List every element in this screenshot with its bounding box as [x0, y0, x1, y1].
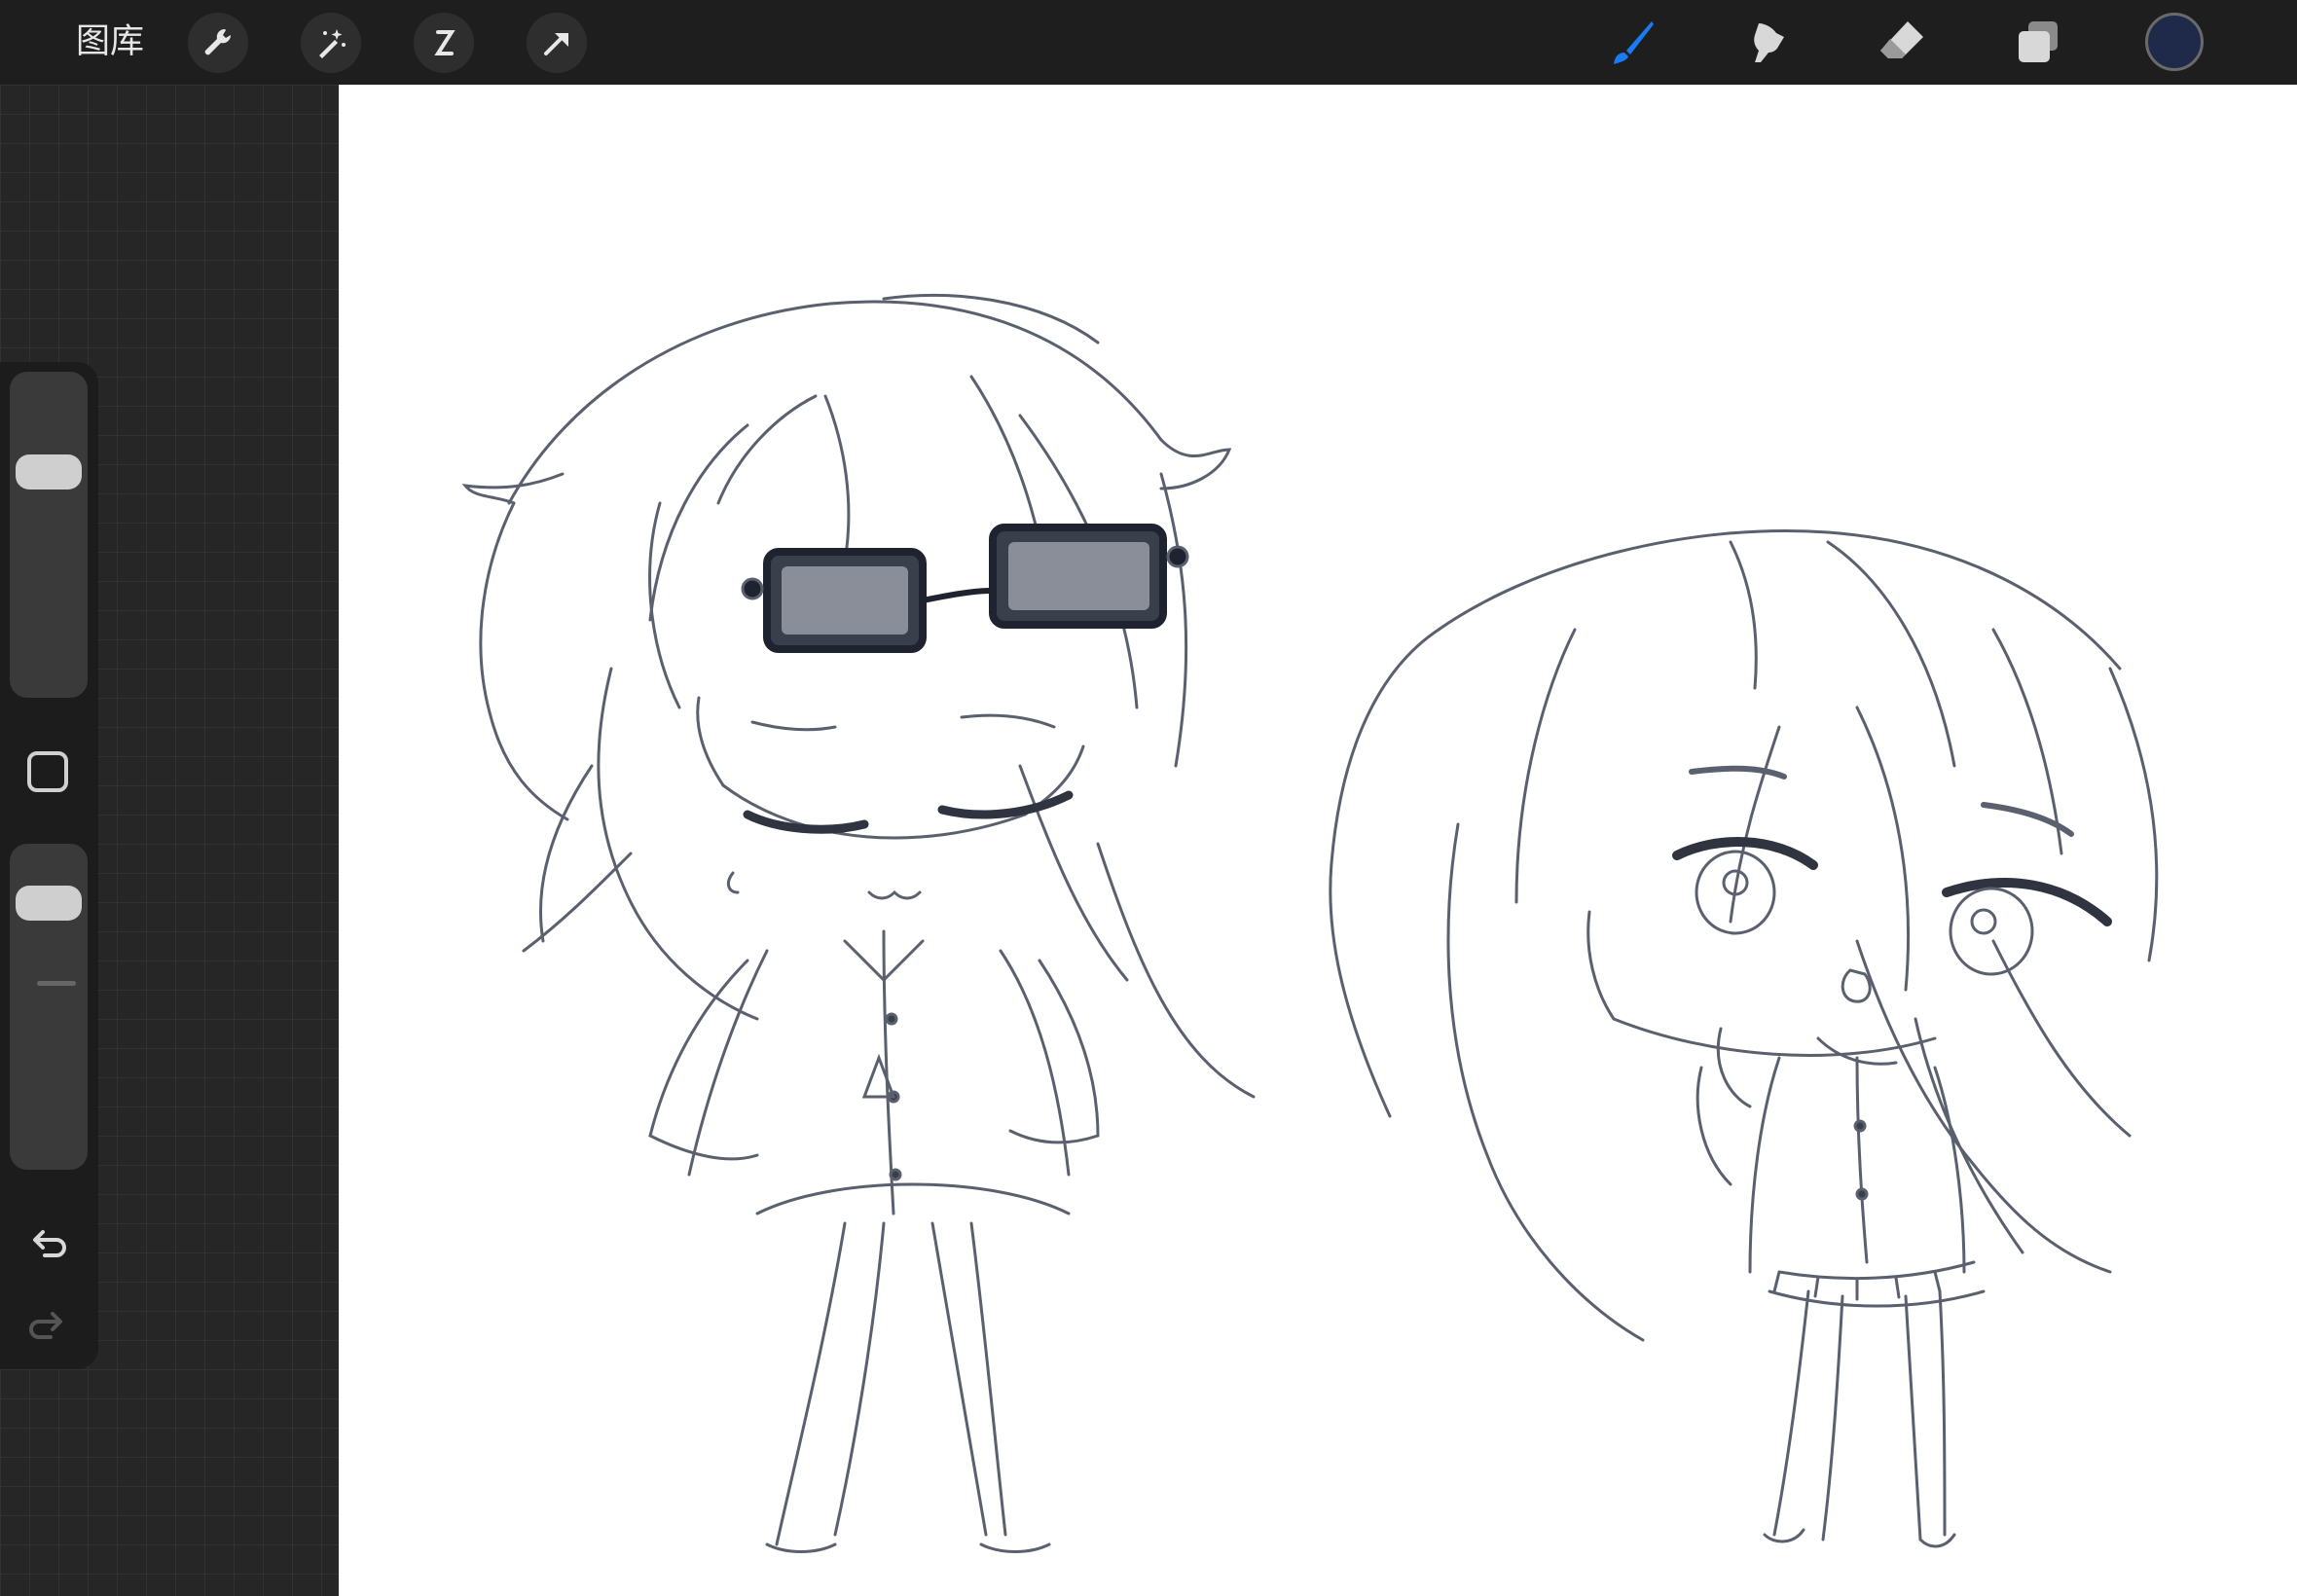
- transform-arrow-icon: [544, 33, 568, 55]
- transform-button[interactable]: [527, 13, 587, 73]
- selection-icon: [434, 30, 456, 55]
- color-picker-button[interactable]: [2145, 13, 2204, 71]
- modify-button[interactable]: [27, 751, 68, 792]
- brush-size-thumb[interactable]: [16, 454, 82, 490]
- brush-tool[interactable]: [1601, 12, 1663, 74]
- sketch-girl-character: [1329, 528, 2159, 1548]
- undo-icon[interactable]: [23, 1215, 72, 1263]
- drawing-canvas[interactable]: [339, 85, 2297, 1596]
- brush-icon: [1614, 21, 1654, 64]
- wrench-icon: [204, 28, 232, 55]
- adjustments-button[interactable]: [301, 13, 361, 73]
- redo-icon[interactable]: [23, 1296, 72, 1345]
- brush-size-slider[interactable]: [10, 372, 88, 698]
- layers-icon: [2019, 21, 2058, 62]
- selection-button[interactable]: [414, 13, 474, 73]
- opacity-thumb[interactable]: [16, 886, 82, 922]
- sidebar: [0, 362, 98, 1369]
- sketch-artwork: [461, 293, 2159, 1553]
- sketch-boy-character: [461, 293, 1256, 1553]
- top-toolbar: 图库: [0, 0, 2297, 85]
- eraser-icon: [1880, 21, 1923, 58]
- gallery-button[interactable]: 图库: [76, 18, 144, 66]
- layers-button[interactable]: [2007, 12, 2069, 74]
- actions-button[interactable]: [188, 13, 248, 73]
- magic-wand-icon: [319, 29, 346, 58]
- opacity-slider[interactable]: [10, 844, 88, 1170]
- smudge-icon: [1754, 23, 1784, 62]
- eraser-tool[interactable]: [1871, 12, 1933, 74]
- smudge-tool[interactable]: [1735, 12, 1798, 74]
- slider-tick: [37, 981, 76, 986]
